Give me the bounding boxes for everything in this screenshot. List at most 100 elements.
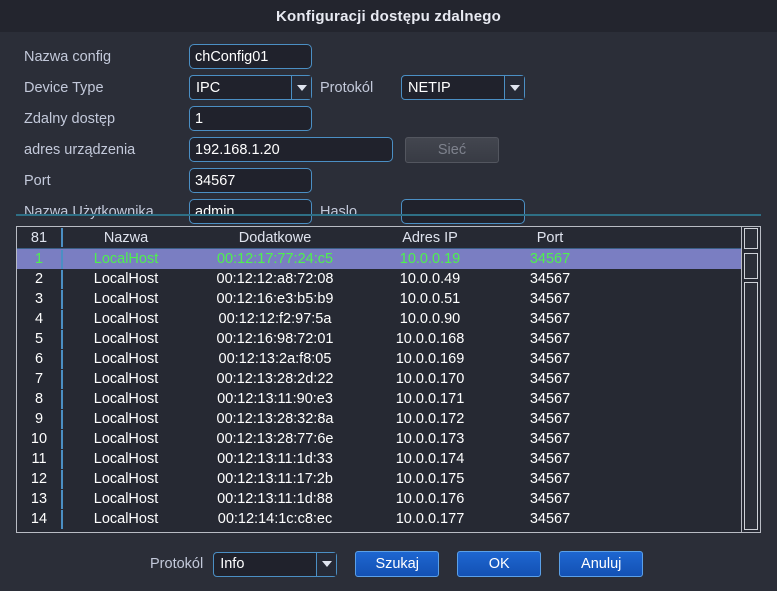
row-extra: 00:12:13:28:2d:22 xyxy=(216,371,334,387)
row-extra: 00:12:13:11:1d:88 xyxy=(217,491,333,507)
footer-protocol-dropdown[interactable]: Info xyxy=(213,551,338,577)
network-button-label: Sieć xyxy=(437,142,467,158)
row-ip: 10.0.0.174 xyxy=(395,451,465,467)
scroll-up-button[interactable] xyxy=(744,228,758,249)
form-row-port: Port xyxy=(24,168,189,194)
header-name: Nazwa xyxy=(103,229,149,246)
column-divider xyxy=(61,309,63,329)
column-divider xyxy=(61,289,63,309)
row-name: LocalHost xyxy=(93,431,159,447)
search-button[interactable]: Szukaj xyxy=(355,551,440,577)
form-row-device-type: Device Type xyxy=(24,75,189,101)
table-row[interactable]: 1 LocalHost 00:12:17:77:24:c5 10.0.0.19 3456… xyxy=(17,249,741,269)
table-vertical-scrollbar[interactable] xyxy=(741,227,760,532)
column-divider xyxy=(61,269,63,289)
row-index: 10 xyxy=(30,431,48,447)
table-row[interactable]: 8 LocalHost 00:12:13:11:90:e3 10.0.0.171 345… xyxy=(17,389,741,409)
scrollbar-thumb[interactable] xyxy=(744,253,758,279)
column-divider xyxy=(61,449,63,469)
table-row[interactable]: 5 LocalHost 00:12:16:98:72:01 10.0.0.168 345… xyxy=(17,329,741,349)
scrollbar-track[interactable] xyxy=(744,282,758,530)
row-port: 34567 xyxy=(529,291,571,307)
table-row[interactable]: 10 LocalHost 00:12:13:28:77:6e 10.0.0.173 34… xyxy=(17,429,741,449)
row-name: LocalHost xyxy=(93,371,159,387)
table-row[interactable]: 11 LocalHost 00:12:13:11:1d:33 10.0.0.174 34… xyxy=(17,449,741,469)
row-index: 3 xyxy=(34,291,44,307)
table-row[interactable]: 12 LocalHost 00:12:13:11:17:2b 10.0.0.175 34… xyxy=(17,469,741,489)
protocol-dropdown[interactable]: NETIP xyxy=(401,75,525,100)
port-input[interactable] xyxy=(189,168,312,193)
row-extra: 00:12:14:1c:c8:ec xyxy=(217,511,333,527)
table-header-row: 81 Nazwa Dodatkowe Adres IP Port xyxy=(17,227,741,249)
row-port: 34567 xyxy=(529,271,571,287)
row-name: LocalHost xyxy=(93,391,159,407)
row-name: LocalHost xyxy=(93,331,159,347)
row-index: 14 xyxy=(30,511,48,527)
config-name-input[interactable] xyxy=(189,44,312,69)
chevron-down-icon[interactable] xyxy=(316,552,337,576)
port-label: Port xyxy=(24,173,51,189)
remote-access-input[interactable] xyxy=(189,106,312,131)
device-address-input[interactable] xyxy=(189,137,393,162)
username-label: Nazwa Użytkownika xyxy=(24,204,154,220)
form-row-protocol: Protokól xyxy=(320,75,373,101)
config-form: Nazwa config Device Type IPC Protokól NE… xyxy=(0,32,777,224)
remote-access-label: Zdalny dostęp xyxy=(24,111,116,127)
table-row[interactable]: 9 LocalHost 00:12:13:28:32:8a 10.0.0.172 345… xyxy=(17,409,741,429)
table-row[interactable]: 4 LocalHost 00:12:12:f2:97:5a 10.0.0.90 3456… xyxy=(17,309,741,329)
table-row[interactable]: 13 LocalHost 00:12:13:11:1d:88 10.0.0.176 34… xyxy=(17,489,741,509)
row-ip: 10.0.0.90 xyxy=(399,311,461,327)
row-extra: 00:12:13:11:90:e3 xyxy=(217,391,333,407)
row-index: 9 xyxy=(34,411,44,427)
column-divider xyxy=(61,369,63,389)
protocol-label: Protokól xyxy=(320,80,374,96)
table-row[interactable]: 14 LocalHost 00:12:14:1c:c8:ec 10.0.0.177 34… xyxy=(17,509,741,529)
device-type-label: Device Type xyxy=(24,80,104,96)
row-port: 34567 xyxy=(529,491,571,507)
row-port: 34567 xyxy=(529,251,571,267)
row-port: 34567 xyxy=(529,351,571,367)
row-index: 13 xyxy=(30,491,48,507)
row-ip: 10.0.0.168 xyxy=(395,331,465,347)
protocol-value: NETIP xyxy=(408,79,451,96)
form-row-config-name: Nazwa config xyxy=(24,44,189,70)
row-ip: 10.0.0.172 xyxy=(395,411,465,427)
password-label: Haslo xyxy=(320,204,358,220)
column-divider xyxy=(61,509,63,529)
column-divider xyxy=(61,429,63,449)
row-index: 12 xyxy=(30,471,48,487)
chevron-down-icon[interactable] xyxy=(504,76,524,99)
page-title: Konfiguracji dostępu zdalnego xyxy=(276,7,501,25)
device-address-label: adres urządzenia xyxy=(24,142,136,158)
table-row[interactable]: 7 LocalHost 00:12:13:28:2d:22 10.0.0.170 345… xyxy=(17,369,741,389)
form-row-remote-access: Zdalny dostęp xyxy=(24,106,189,132)
network-button[interactable]: Sieć xyxy=(405,137,499,163)
username-input[interactable] xyxy=(189,199,312,224)
password-input[interactable] xyxy=(401,199,525,224)
device-type-dropdown[interactable]: IPC xyxy=(189,75,312,100)
row-extra: 00:12:12:a8:72:08 xyxy=(216,271,334,287)
chevron-down-icon[interactable] xyxy=(291,76,311,99)
footer-protocol-label: Protokól xyxy=(150,556,204,572)
config-name-label: Nazwa config xyxy=(24,49,112,65)
column-divider xyxy=(61,349,63,369)
row-ip: 10.0.0.176 xyxy=(395,491,465,507)
table-row[interactable]: 3 LocalHost 00:12:16:e3:b5:b9 10.0.0.51 3456… xyxy=(17,289,741,309)
form-row-password: Haslo xyxy=(320,199,357,225)
ok-button[interactable]: OK xyxy=(457,551,542,577)
row-port: 34567 xyxy=(529,411,571,427)
header-extra: Dodatkowe xyxy=(238,229,312,246)
device-type-value: IPC xyxy=(196,79,221,96)
row-ip: 10.0.0.177 xyxy=(395,511,465,527)
row-ip: 10.0.0.173 xyxy=(395,431,465,447)
cancel-button[interactable]: Anuluj xyxy=(559,551,644,577)
table-row[interactable]: 2 LocalHost 00:12:12:a8:72:08 10.0.0.49 3456… xyxy=(17,269,741,289)
row-port: 34567 xyxy=(529,371,571,387)
row-index: 1 xyxy=(34,251,44,267)
section-divider xyxy=(16,214,761,216)
row-port: 34567 xyxy=(529,431,571,447)
footer-protocol-value: Info xyxy=(220,556,245,572)
column-divider xyxy=(61,228,63,247)
table-row[interactable]: 6 LocalHost 00:12:13:2a:f8:05 10.0.0.169 345… xyxy=(17,349,741,369)
row-name: LocalHost xyxy=(93,351,159,367)
